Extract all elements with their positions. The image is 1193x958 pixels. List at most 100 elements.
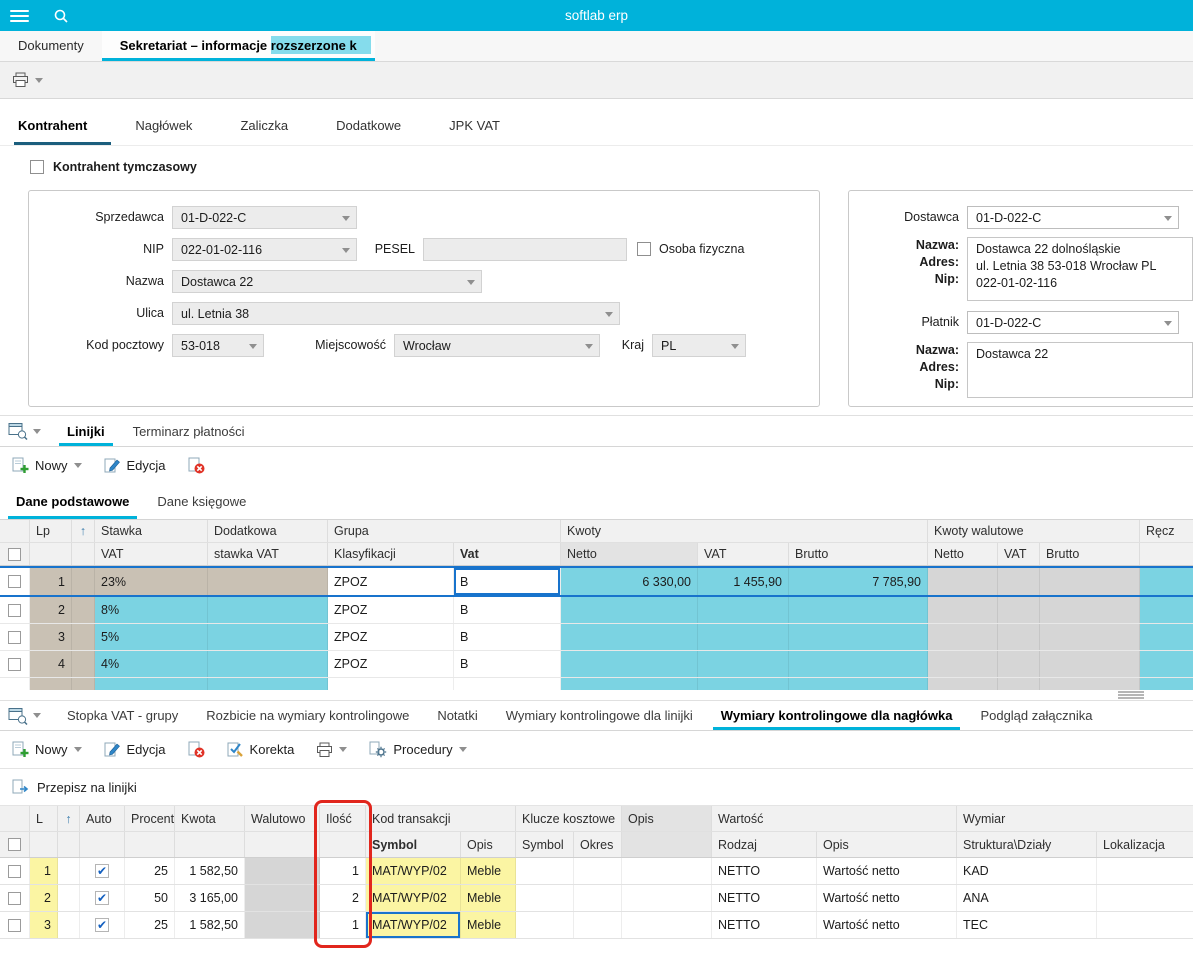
sprzedawca-select[interactable]: 01-D-022-C	[172, 206, 357, 229]
cell-brutto[interactable]	[789, 651, 928, 677]
column-header-opis[interactable]: Opis	[622, 806, 712, 831]
cell-vat-walutowe[interactable]	[998, 624, 1040, 650]
tab-stopka-vat[interactable]: Stopka VAT - grupy	[53, 701, 192, 730]
column-header-vat-walutowe[interactable]: VAT	[998, 543, 1040, 565]
cell-ilosc[interactable]: 2	[320, 885, 366, 911]
cell-okres[interactable]	[574, 858, 622, 884]
cell-lp[interactable]: 1	[30, 568, 72, 595]
cell-symbol[interactable]: MAT/WYP/02	[366, 885, 461, 911]
cell-dodatkowa[interactable]	[208, 597, 328, 623]
cell-procent[interactable]: 50	[125, 885, 175, 911]
cell-opis-wartosci[interactable]: Wartość netto	[817, 885, 957, 911]
cell-lokalizacja[interactable]	[1097, 912, 1193, 938]
column-header-kwota[interactable]: Kwota	[175, 806, 245, 831]
column-header-vat[interactable]: Vat	[454, 543, 561, 565]
sort-ascending-icon[interactable]: ↑	[58, 806, 80, 831]
cell-opis[interactable]: Meble	[461, 912, 516, 938]
column-header-symbol[interactable]: Symbol	[366, 832, 461, 857]
cell-symbol-klucze[interactable]	[516, 912, 574, 938]
pesel-field[interactable]	[423, 238, 627, 261]
cell-vat-kwota[interactable]	[698, 651, 789, 677]
nowy-button[interactable]: Nowy	[12, 457, 82, 474]
cell-netto-walutowe[interactable]	[928, 651, 998, 677]
tab-dane-podstawowe[interactable]: Dane podstawowe	[2, 484, 143, 519]
column-group-kwoty-walutowe[interactable]: Kwoty walutowe	[928, 520, 1140, 542]
cell-stawka[interactable]: 4%	[95, 651, 208, 677]
ulica-field[interactable]: ul. Letnia 38	[172, 302, 620, 325]
cell-procent[interactable]: 25	[125, 912, 175, 938]
cell-l[interactable]: 3	[30, 912, 58, 938]
column-header-ilosc[interactable]: Ilość	[320, 806, 366, 831]
cell-opis-mid[interactable]	[622, 885, 712, 911]
cell-vat-kwota[interactable]: 1 455,90	[698, 568, 789, 595]
column-header-stawka-vat[interactable]: VAT	[95, 543, 208, 565]
cell-okres[interactable]	[574, 885, 622, 911]
cell-auto-checked[interactable]: ✔	[80, 858, 125, 884]
column-header-symbol-klucze[interactable]: Symbol	[516, 832, 574, 857]
column-header-lp[interactable]: Lp	[30, 520, 72, 542]
column-header-l[interactable]: L	[30, 806, 58, 831]
cell-auto-checked[interactable]: ✔	[80, 912, 125, 938]
cell-klasyfikacja[interactable]: ZPOZ	[328, 624, 454, 650]
cell[interactable]	[72, 651, 95, 677]
tab-naglowek[interactable]: Nagłówek	[111, 118, 216, 145]
column-header-vat-kwota[interactable]: VAT	[698, 543, 789, 565]
column-header-dodatkowa-stawka-vat[interactable]: stawka VAT	[208, 543, 328, 565]
cell-vat-walutowe[interactable]	[998, 597, 1040, 623]
print-button[interactable]	[316, 742, 348, 758]
cell-recz[interactable]	[1140, 624, 1193, 650]
cell-brutto-walutowe[interactable]	[1040, 568, 1140, 595]
column-header-okres[interactable]: Okres	[574, 832, 622, 857]
cell-dodatkowa[interactable]	[208, 651, 328, 677]
kraj-field[interactable]: PL	[652, 334, 746, 357]
tab-terminarz-platnosci[interactable]: Terminarz płatności	[119, 416, 259, 446]
cell-recz[interactable]	[1140, 568, 1193, 595]
column-header-walutowo[interactable]: Walutowo	[245, 806, 320, 831]
row-select-checkbox[interactable]	[0, 912, 30, 938]
kontrahent-tymczasowy-checkbox[interactable]	[30, 160, 44, 174]
cell-brutto-walutowe[interactable]	[1040, 651, 1140, 677]
cell-opis-wartosci[interactable]: Wartość netto	[817, 912, 957, 938]
column-group-wartosc[interactable]: Wartość	[712, 806, 957, 831]
sort-ascending-icon[interactable]: ↑	[72, 520, 95, 542]
miejscowosc-field[interactable]: Wrocław	[394, 334, 600, 357]
column-header-netto-walutowe[interactable]: Netto	[928, 543, 998, 565]
tab-jpk-vat[interactable]: JPK VAT	[425, 118, 524, 145]
platnik-select[interactable]: 01-D-022-C	[967, 311, 1179, 334]
cell-vat-walutowe[interactable]	[998, 651, 1040, 677]
cell-symbol-klucze[interactable]	[516, 885, 574, 911]
tab-wymiary-naglowka[interactable]: Wymiary kontrolingowe dla nagłówka	[707, 701, 967, 730]
row-select-checkbox[interactable]	[0, 858, 30, 884]
cell-symbol-focused[interactable]: MAT/WYP/02	[366, 912, 461, 938]
cell-kwota[interactable]: 1 582,50	[175, 858, 245, 884]
cell-ilosc[interactable]: 1	[320, 858, 366, 884]
cell-stawka[interactable]: 5%	[95, 624, 208, 650]
cell-netto-walutowe[interactable]	[928, 597, 998, 623]
cell-brutto-walutowe[interactable]	[1040, 597, 1140, 623]
cell-kwota[interactable]: 1 582,50	[175, 912, 245, 938]
cell-rodzaj[interactable]: NETTO	[712, 912, 817, 938]
cell-netto[interactable]	[561, 597, 698, 623]
row-select-checkbox[interactable]	[0, 651, 30, 677]
cell-vat-walutowe[interactable]	[998, 568, 1040, 595]
column-header-klasyfikacji[interactable]: Klasyfikacji	[328, 543, 454, 565]
column-group-grupa[interactable]: Grupa	[328, 520, 561, 542]
column-header-recz[interactable]: Ręcz	[1140, 520, 1193, 542]
column-group-klucze-kosztowe[interactable]: Klucze kosztowe	[516, 806, 622, 831]
cell-kwota[interactable]: 3 165,00	[175, 885, 245, 911]
cell-walutowo[interactable]	[245, 858, 320, 884]
cell-opis-mid[interactable]	[622, 858, 712, 884]
cell-lokalizacja[interactable]	[1097, 885, 1193, 911]
row-select-checkbox[interactable]	[0, 597, 30, 623]
column-group-kwoty[interactable]: Kwoty	[561, 520, 928, 542]
cell-okres[interactable]	[574, 912, 622, 938]
row-select-checkbox[interactable]	[0, 624, 30, 650]
cell-symbol[interactable]: MAT/WYP/02	[366, 858, 461, 884]
cell-vat-kwota[interactable]	[698, 597, 789, 623]
cell-brutto[interactable]: 7 785,90	[789, 568, 928, 595]
cell-opis-mid[interactable]	[622, 912, 712, 938]
cell-opis-wartosci[interactable]: Wartość netto	[817, 858, 957, 884]
cell-stawka[interactable]: 8%	[95, 597, 208, 623]
cell[interactable]	[58, 885, 80, 911]
cell[interactable]	[58, 912, 80, 938]
